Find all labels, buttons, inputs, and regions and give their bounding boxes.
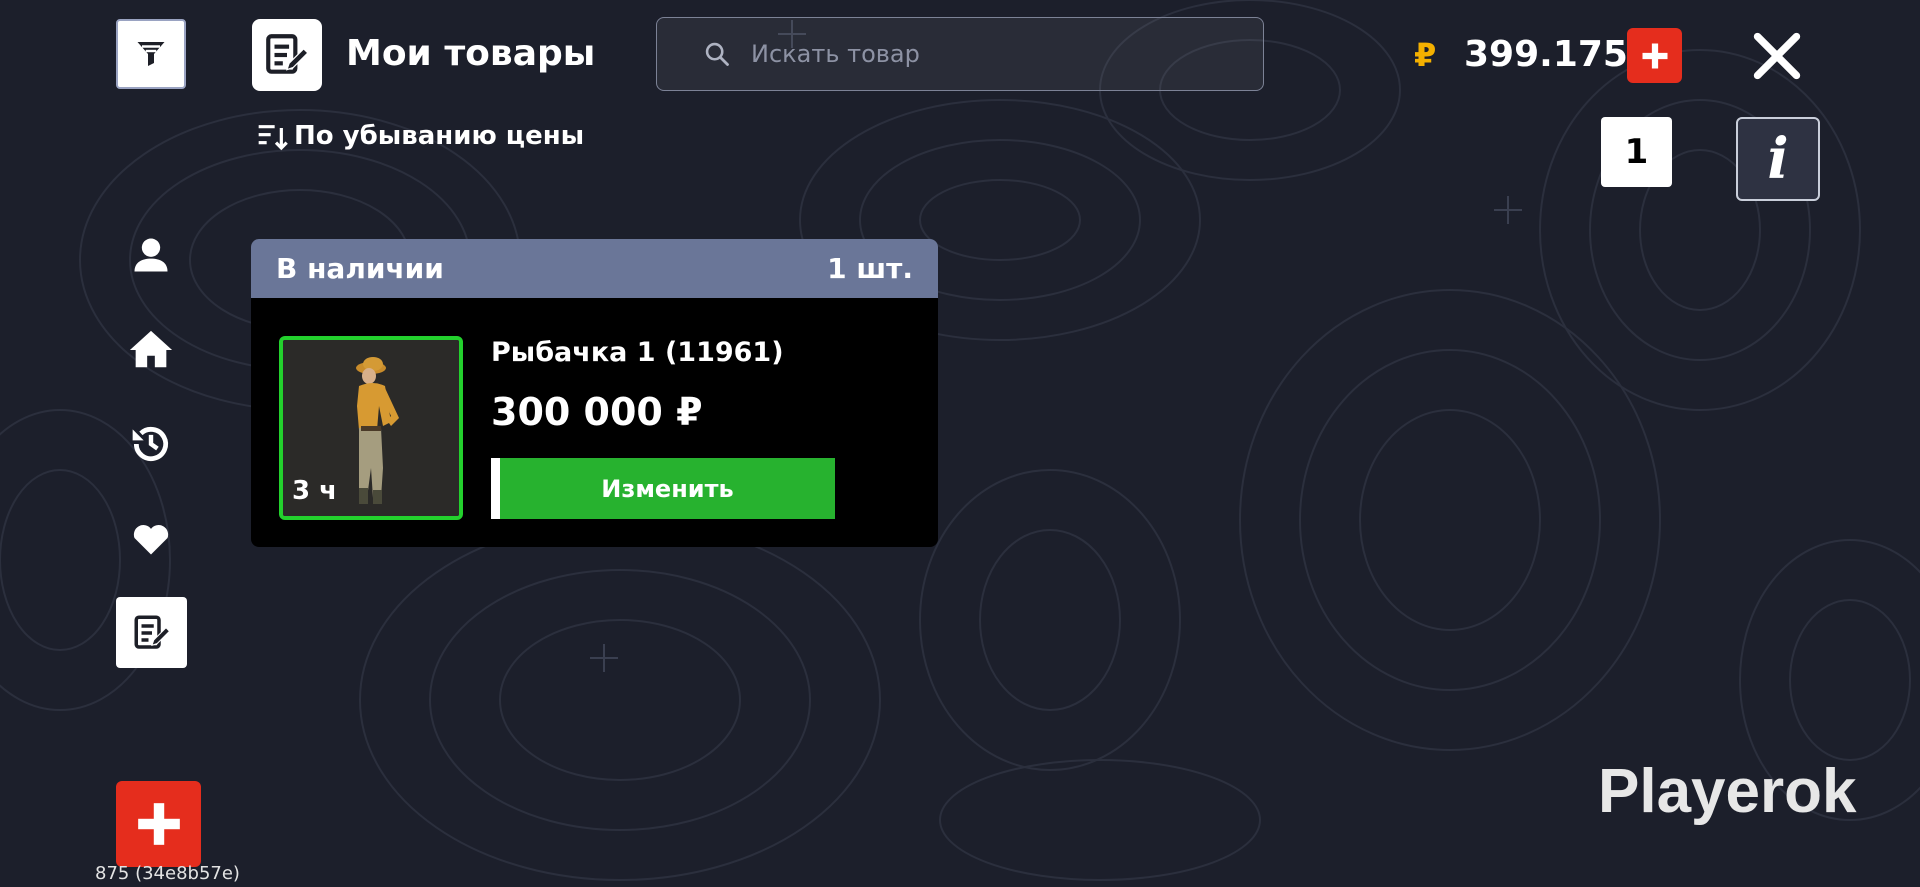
brand-logo: Playerok bbox=[1598, 757, 1857, 826]
sidebar-item-home[interactable] bbox=[122, 321, 180, 379]
item-thumbnail[interactable]: 3 ч bbox=[279, 336, 463, 520]
sidebar-item-history[interactable] bbox=[122, 415, 180, 473]
sort-label: По убыванию цены bbox=[294, 121, 585, 151]
add-balance-button[interactable] bbox=[1627, 28, 1682, 83]
sidebar-item-my-items[interactable] bbox=[116, 597, 187, 668]
sidebar-item-favorites[interactable] bbox=[122, 509, 180, 567]
close-button[interactable] bbox=[1748, 27, 1806, 85]
section-label: В наличии bbox=[276, 252, 444, 285]
search-input[interactable] bbox=[749, 39, 1233, 69]
page-title: Мои товары bbox=[346, 33, 596, 74]
close-icon bbox=[1753, 32, 1801, 80]
plus-icon bbox=[1642, 43, 1667, 68]
sort-descending-icon bbox=[258, 125, 288, 151]
sidebar-item-profile[interactable] bbox=[122, 226, 180, 284]
item-price: 300 000 ₽ bbox=[491, 390, 703, 434]
balance-amount: 399.175 bbox=[1464, 34, 1628, 75]
heart-icon bbox=[133, 525, 169, 555]
my-items-title-icon bbox=[252, 19, 322, 91]
edit-item-button[interactable]: Изменить bbox=[491, 458, 835, 519]
sort-selector[interactable]: По убыванию цены bbox=[256, 120, 584, 152]
search-box[interactable] bbox=[656, 17, 1264, 91]
item-name: Рыбачка 1 (11961) bbox=[491, 337, 784, 368]
notes-edit-icon bbox=[266, 34, 309, 74]
info-icon: i bbox=[1767, 126, 1789, 192]
filter-icon bbox=[137, 42, 165, 66]
user-icon bbox=[134, 238, 168, 272]
info-button[interactable]: i bbox=[1736, 117, 1820, 201]
search-icon bbox=[705, 42, 729, 66]
plus-icon bbox=[137, 803, 180, 845]
filter-button[interactable] bbox=[116, 19, 186, 89]
item-count-badge: 1 bbox=[1601, 117, 1672, 187]
build-version: 875 (34e8b57e) bbox=[95, 863, 240, 884]
history-icon bbox=[132, 427, 169, 461]
time-remaining: 3 ч bbox=[292, 476, 337, 506]
listing-section-header: В наличии 1 шт. bbox=[251, 239, 938, 298]
add-item-button[interactable] bbox=[116, 781, 201, 867]
home-icon bbox=[129, 330, 173, 368]
currency-icon: ₽ bbox=[1414, 36, 1437, 74]
section-count: 1 шт. bbox=[827, 252, 913, 285]
listing-card: В наличии 1 шт. 3 ч Рыбачка 1 (11961) 30… bbox=[251, 239, 938, 547]
notes-edit-icon bbox=[134, 615, 170, 649]
